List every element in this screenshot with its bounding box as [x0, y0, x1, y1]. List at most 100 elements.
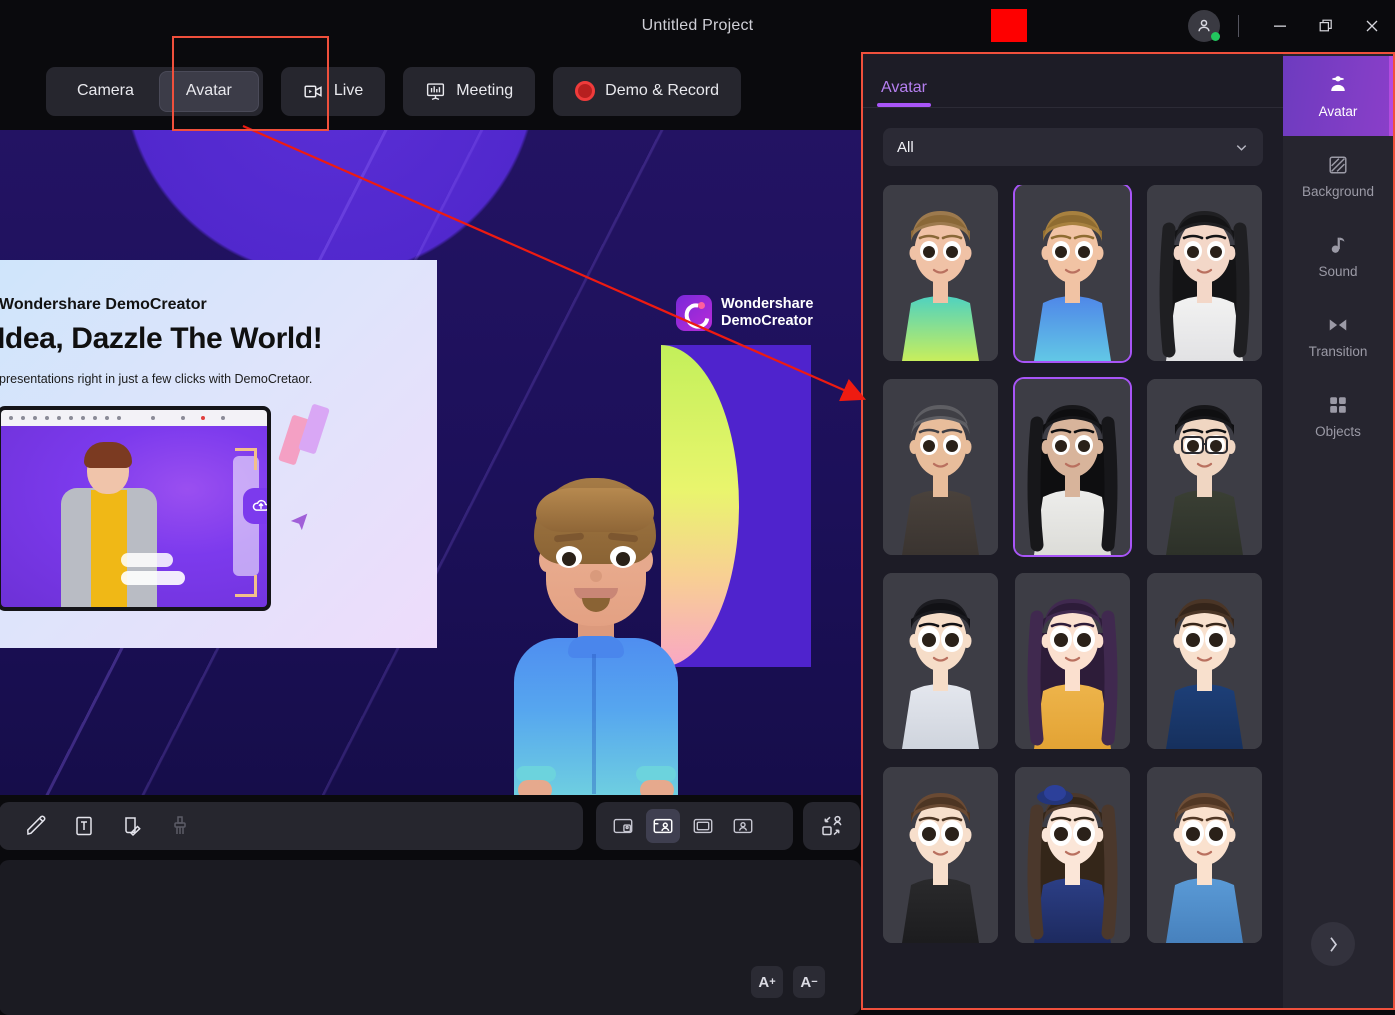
slide-kicker: Wondershare DemoCreator	[0, 296, 207, 313]
avatar-thumbnail-art	[883, 379, 998, 555]
font-size-controls: A + A −	[751, 966, 825, 998]
swap-layout-button[interactable]	[803, 802, 860, 850]
next-page-arrow-button[interactable]	[1311, 922, 1355, 966]
video-camera-icon	[303, 81, 324, 102]
democreator-logo-icon	[676, 295, 712, 331]
avatar-thumbnail	[1147, 573, 1262, 749]
layout-avatar-only-icon[interactable]	[726, 809, 760, 843]
notes-panel[interactable]: A + A −	[0, 860, 861, 1015]
avatar-thumbnail-art	[883, 185, 998, 361]
font-decrease-button[interactable]: A −	[793, 966, 825, 998]
sidebar-item-background[interactable]: Background	[1283, 136, 1393, 216]
sidebar-item-transition-label: Transition	[1308, 344, 1368, 359]
page-title: Untitled Project	[641, 17, 754, 34]
capture-source-segmented: Camera Avatar	[46, 66, 263, 116]
live-label: Live	[333, 82, 364, 99]
slide-title: Idea, Dazzle The World!	[0, 322, 323, 355]
window-controls	[1188, 0, 1395, 52]
avatar-card-woman-bob-green-shirt[interactable]	[883, 185, 998, 361]
avatar-category-select[interactable]: All	[883, 128, 1263, 166]
screenshot-toolbar	[1, 410, 267, 426]
sidebar-item-avatar[interactable]: Avatar	[1283, 56, 1393, 136]
pen-icon[interactable]	[21, 811, 51, 841]
tab-camera[interactable]: Camera	[51, 72, 160, 111]
layout-toggle-group	[596, 802, 793, 850]
eraser-brush-icon[interactable]	[165, 811, 195, 841]
avatar-card-boy-navy-blazer[interactable]	[1147, 573, 1262, 749]
tab-active-underline	[877, 103, 931, 107]
avatar-thumbnail	[883, 767, 998, 943]
avatar-thumbnail-art	[1015, 185, 1130, 361]
sidebar-item-sound[interactable]: Sound	[1283, 216, 1393, 296]
avatar-card-man-grey-hair-beard[interactable]	[883, 379, 998, 555]
avatar-card-girl-yellow-cardigan[interactable]	[1015, 573, 1130, 749]
avatar-thumbnail-art	[1147, 573, 1262, 749]
screenshot-presenter	[53, 442, 165, 607]
record-circle-icon	[575, 81, 596, 101]
chevron-right-icon	[1329, 936, 1337, 952]
avatar-library-panel: Avatar All	[863, 54, 1283, 1008]
transition-arrows-icon	[1326, 313, 1350, 337]
avatar-thumbnail	[1015, 767, 1130, 943]
avatar-card-woman-braid-white-dress[interactable]	[1015, 379, 1130, 555]
avatar-thumbnail-art	[1015, 767, 1130, 943]
sidebar-item-objects-label: Objects	[1315, 424, 1361, 439]
sidebar-item-transition[interactable]: Transition	[1283, 296, 1393, 376]
text-icon[interactable]	[69, 811, 99, 841]
avatar-card-boy-black-jacket[interactable]	[883, 767, 998, 943]
minimize-icon	[1274, 25, 1286, 27]
font-increase-label: A	[758, 973, 770, 991]
preview-3d-avatar[interactable]	[506, 478, 686, 795]
restore-button[interactable]	[1303, 0, 1349, 52]
avatar-thumbnail	[1147, 379, 1262, 555]
panel-tab-bar: Avatar	[863, 54, 1283, 108]
sidebar-item-objects[interactable]: Objects	[1283, 376, 1393, 456]
divider	[1238, 15, 1239, 37]
font-decrease-sup: −	[811, 976, 818, 988]
avatar-thumbnail-art	[1147, 767, 1262, 943]
avatar-grid	[883, 185, 1279, 1005]
avatar-thumbnail-art	[1015, 379, 1130, 555]
avatar-thumbnail-art	[1147, 379, 1262, 555]
avatar-card-man-blond-blue-shirt[interactable]	[1015, 185, 1130, 361]
demo-record-label: Demo & Record	[605, 82, 719, 99]
account-avatar-button[interactable]	[1188, 10, 1220, 42]
preview-brand-logo: Wondershare DemoCreator	[676, 295, 813, 331]
avatar-card-woman-long-black-hair[interactable]	[1147, 185, 1262, 361]
demo-record-button[interactable]: Demo & Record	[553, 66, 741, 116]
avatar-card-girl-blue-hat-dress[interactable]	[1015, 767, 1130, 943]
preview-canvas[interactable]: Wondershare DemoCreator Wondershare Demo…	[0, 130, 862, 795]
slide-subtitle: presentations right in just a few clicks…	[0, 372, 313, 386]
meeting-label: Meeting	[456, 82, 514, 99]
annotation-toolbar	[0, 802, 583, 850]
layout-pip-right-icon[interactable]	[606, 809, 640, 843]
tab-avatar-panel[interactable]: Avatar	[877, 79, 931, 107]
avatar-thumbnail	[883, 185, 998, 361]
tab-avatar-panel-label: Avatar	[881, 79, 927, 96]
sidebar-item-background-label: Background	[1301, 184, 1375, 199]
avatar-thumbnail-art	[883, 767, 998, 943]
panel-icon-rail: Avatar Background Sound Transition Objec…	[1283, 54, 1393, 1008]
live-button[interactable]: Live	[280, 66, 386, 116]
minimize-button[interactable]	[1257, 0, 1303, 52]
close-button[interactable]	[1349, 0, 1395, 52]
avatar-card-girl-blue-hoodie[interactable]	[1147, 767, 1262, 943]
avatar-card-man-glasses-vest[interactable]	[1147, 379, 1262, 555]
recording-indicator	[991, 9, 1027, 42]
avatar-thumbnail	[1015, 573, 1130, 749]
tab-avatar[interactable]: Avatar	[159, 71, 258, 111]
avatar-card-boy-white-shirt[interactable]	[883, 573, 998, 749]
music-note-icon	[1326, 233, 1350, 257]
font-increase-sup: +	[769, 976, 776, 988]
tab-avatar-label: Avatar	[185, 82, 232, 99]
tab-camera-label: Camera	[77, 82, 134, 99]
title-bar: Untitled Project	[0, 0, 1395, 52]
avatar-thumbnail	[1147, 185, 1262, 361]
font-increase-button[interactable]: A +	[751, 966, 783, 998]
note-edit-icon[interactable]	[117, 811, 147, 841]
avatar-thumbnail	[883, 573, 998, 749]
meeting-button[interactable]: Meeting	[403, 66, 536, 116]
layout-side-by-side-icon[interactable]	[646, 809, 680, 843]
mode-toolbar: Camera Avatar Live Meeting Demo & Record	[0, 52, 862, 130]
layout-screen-only-icon[interactable]	[686, 809, 720, 843]
